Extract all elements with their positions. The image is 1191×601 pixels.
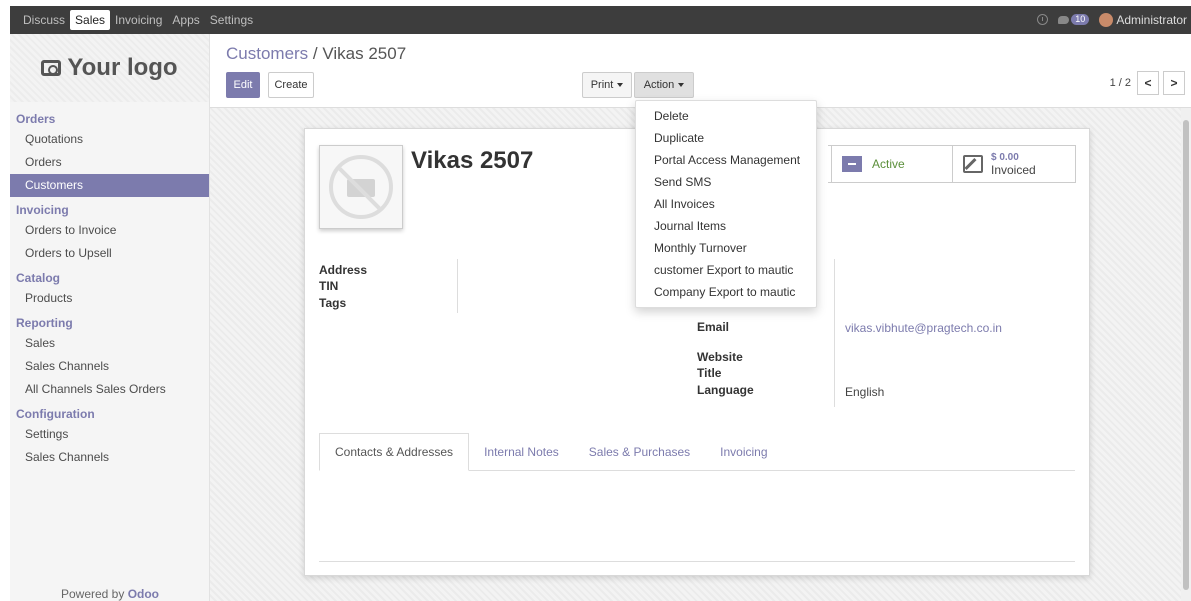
camera-icon	[41, 60, 62, 76]
scrollbar-thumb[interactable]	[1183, 120, 1189, 590]
tab-invoicing[interactable]: Invoicing	[705, 434, 782, 470]
active-toggle-button[interactable]: Active	[831, 145, 953, 183]
action-customer-export-mautic[interactable]: customer Export to mautic	[636, 259, 816, 281]
powered-by-link[interactable]: Odoo	[128, 587, 159, 601]
language-value: English	[845, 385, 885, 399]
topnav-apps[interactable]: Apps	[167, 10, 204, 30]
tab-internal-notes[interactable]: Internal Notes	[469, 434, 574, 470]
action-dropdown-menu: Delete Duplicate Portal Access Managemen…	[635, 100, 817, 308]
title-label: Title	[697, 366, 722, 380]
field-divider-right	[834, 259, 835, 407]
sidebar-item-sales-channels[interactable]: Sales Channels	[10, 355, 209, 378]
action-label: Action	[643, 79, 675, 91]
chat-icon	[1058, 15, 1070, 24]
sidebar-item-orders-to-upsell[interactable]: Orders to Upsell	[10, 242, 209, 265]
logo-text: Your logo	[67, 54, 178, 81]
pager-next-button[interactable]: >	[1163, 71, 1185, 95]
action-dropdown-button[interactable]: Action	[634, 72, 694, 98]
breadcrumb: Customers / Vikas 2507	[226, 44, 406, 64]
message-count-badge: 10	[1071, 14, 1090, 26]
invoiced-label: Invoiced	[991, 163, 1036, 177]
breadcrumb-current: Vikas 2507	[322, 44, 407, 63]
tin-label: TIN	[319, 279, 339, 293]
active-status: Active	[872, 157, 905, 171]
email-value[interactable]: vikas.vibhute@pragtech.co.in	[845, 321, 1002, 335]
messaging-menu[interactable]: 10	[1058, 14, 1090, 26]
top-bar-inner: Discuss Sales Invoicing Apps Settings 10…	[10, 6, 1191, 34]
create-button[interactable]: Create	[268, 72, 314, 98]
website-label: Website	[697, 350, 743, 364]
action-journal-items[interactable]: Journal Items	[636, 215, 816, 237]
clock-icon[interactable]	[1037, 14, 1049, 26]
address-label: Address	[319, 263, 368, 277]
main-menu: Discuss Sales Invoicing Apps Settings	[10, 6, 258, 34]
invoiced-button[interactable]: $ 0.00 Invoiced	[952, 145, 1076, 183]
notebook-tabs: Contacts & Addresses Internal Notes Sale…	[319, 433, 1075, 471]
top-bar: Discuss Sales Invoicing Apps Settings 10…	[0, 0, 1191, 34]
action-all-invoices[interactable]: All Invoices	[636, 193, 816, 215]
email-label: Email	[697, 320, 730, 334]
sidebar-item-quotations[interactable]: Quotations	[10, 128, 209, 151]
language-label: Language	[697, 383, 754, 397]
sidebar-item-customers[interactable]: Customers	[10, 174, 209, 197]
action-portal-access[interactable]: Portal Access Management	[636, 149, 816, 171]
edit-invoice-icon	[963, 155, 983, 173]
sidebar-item-all-channels-sales-orders[interactable]: All Channels Sales Orders	[10, 378, 209, 401]
edit-button[interactable]: Edit	[226, 72, 260, 98]
print-dropdown-button[interactable]: Print	[582, 72, 632, 98]
partner-image[interactable]	[319, 145, 403, 229]
sidebar-section-reporting: Reporting	[16, 316, 73, 330]
tab-sales-purchases[interactable]: Sales & Purchases	[574, 434, 705, 470]
action-delete[interactable]: Delete	[636, 105, 816, 127]
pager-previous-button[interactable]: <	[1137, 71, 1159, 95]
topnav-settings[interactable]: Settings	[205, 10, 258, 30]
sidebar-item-orders[interactable]: Orders	[10, 151, 209, 174]
topnav-invoicing[interactable]: Invoicing	[110, 10, 167, 30]
sidebar-section-catalog: Catalog	[16, 271, 61, 285]
action-duplicate[interactable]: Duplicate	[636, 127, 816, 149]
sidebar-item-orders-to-invoice[interactable]: Orders to Invoice	[10, 219, 209, 242]
pager-value[interactable]: 1 / 2	[1110, 77, 1131, 89]
user-menu[interactable]: Administrator	[1099, 13, 1187, 28]
scrollbar[interactable]	[1181, 108, 1191, 601]
breadcrumb-customers[interactable]: Customers	[226, 44, 308, 63]
archive-icon	[842, 156, 862, 172]
sidebar-section-configuration: Configuration	[16, 407, 95, 421]
avatar	[1099, 13, 1114, 28]
breadcrumb-separator: /	[308, 44, 323, 63]
powered-by: Powered by Odoo	[10, 587, 210, 601]
systray: 10 Administrator	[1037, 13, 1191, 28]
tags-label: Tags	[319, 296, 347, 310]
print-label: Print	[590, 79, 614, 91]
partner-name: Vikas 2507	[411, 147, 534, 174]
topnav-sales[interactable]: Sales	[70, 10, 111, 30]
user-name: Administrator	[1116, 12, 1187, 27]
sidebar-item-settings[interactable]: Settings	[10, 423, 209, 446]
action-send-sms[interactable]: Send SMS	[636, 171, 816, 193]
sidebar-item-products[interactable]: Products	[10, 287, 209, 310]
sidebar-item-sales[interactable]: Sales	[10, 332, 209, 355]
no-image-icon	[329, 155, 393, 219]
topnav-discuss[interactable]: Discuss	[18, 10, 70, 30]
action-monthly-turnover[interactable]: Monthly Turnover	[636, 237, 816, 259]
caret-down-icon	[678, 83, 685, 87]
pager: 1 / 2 < >	[1110, 71, 1185, 95]
sidebar: Your logo Orders Quotations Orders Custo…	[10, 34, 210, 601]
tab-contacts-addresses[interactable]: Contacts & Addresses	[319, 433, 470, 471]
tab-content-divider	[319, 561, 1075, 562]
field-divider	[457, 259, 458, 313]
company-logo[interactable]: Your logo	[10, 34, 209, 102]
powered-by-prefix: Powered by	[60, 587, 125, 601]
sidebar-item-config-sales-channels[interactable]: Sales Channels	[10, 446, 209, 469]
action-company-export-mautic[interactable]: Company Export to mautic	[636, 281, 816, 303]
caret-down-icon	[617, 83, 624, 87]
sidebar-section-orders: Orders	[16, 112, 56, 126]
control-panel: Customers / Vikas 2507 Edit Create Print…	[210, 34, 1191, 108]
sidebar-section-invoicing: Invoicing	[16, 203, 69, 217]
